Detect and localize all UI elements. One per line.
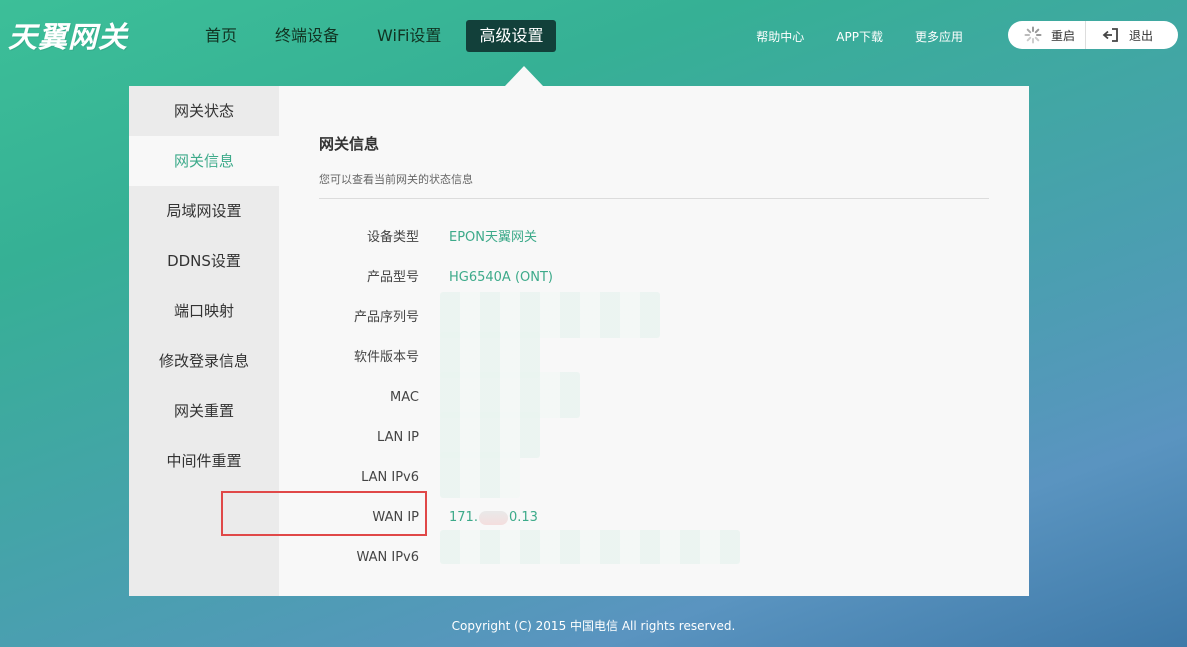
row-label: LAN IP bbox=[377, 430, 419, 445]
nav-home[interactable]: 首页 bbox=[192, 20, 250, 52]
info-row: 产品序列号 bbox=[319, 292, 989, 338]
header-links: 帮助中心 APP下载 更多应用 bbox=[724, 28, 963, 45]
sidebar-item-lan-settings[interactable]: 局域网设置 bbox=[129, 186, 279, 236]
wan-ip-suffix: 0.13 bbox=[508, 510, 538, 525]
info-row: 设备类型 EPON天翼网关 bbox=[319, 226, 989, 250]
link-app-download[interactable]: APP下载 bbox=[836, 28, 883, 45]
logout-button[interactable]: 退出 bbox=[1085, 21, 1163, 49]
redacted-value bbox=[440, 452, 520, 498]
info-row: LAN IPv6 bbox=[319, 452, 989, 498]
wan-ip-value: 171. 0.13 bbox=[449, 506, 538, 530]
row-label: 软件版本号 bbox=[353, 350, 419, 365]
highlight-box bbox=[221, 491, 427, 536]
logout-label: 退出 bbox=[1129, 28, 1154, 43]
brand-logo: 天翼网关 bbox=[8, 20, 129, 54]
nav-devices[interactable]: 终端设备 bbox=[262, 20, 352, 52]
info-row: LAN IP bbox=[319, 412, 989, 458]
wan-ip-prefix: 171. bbox=[449, 510, 478, 525]
sidebar-item-port-mapping[interactable]: 端口映射 bbox=[129, 286, 279, 336]
link-help-center[interactable]: 帮助中心 bbox=[756, 28, 804, 45]
restart-button[interactable]: 重启 bbox=[1008, 21, 1085, 49]
divider bbox=[319, 198, 989, 199]
row-label: 产品序列号 bbox=[353, 310, 419, 325]
sidebar-item-gateway-status[interactable]: 网关状态 bbox=[129, 86, 279, 136]
sidebar-item-ddns[interactable]: DDNS设置 bbox=[129, 236, 279, 286]
restart-label: 重启 bbox=[1051, 28, 1076, 43]
info-row: 软件版本号 bbox=[319, 332, 989, 378]
info-row: WAN IPv6 bbox=[319, 530, 989, 570]
row-value: EPON天翼网关 bbox=[449, 230, 538, 245]
sidebar-item-login-info[interactable]: 修改登录信息 bbox=[129, 336, 279, 386]
main-nav: 首页 终端设备 WiFi设置 高级设置 bbox=[192, 20, 568, 52]
spinner-icon bbox=[1024, 26, 1042, 44]
sidebar-item-middleware-reset[interactable]: 中间件重置 bbox=[129, 436, 279, 486]
sidebar-item-gateway-reset[interactable]: 网关重置 bbox=[129, 386, 279, 436]
info-row: MAC bbox=[319, 372, 989, 418]
link-more-apps[interactable]: 更多应用 bbox=[915, 28, 963, 45]
row-label: MAC bbox=[390, 390, 419, 405]
row-value: HG6540A (ONT) bbox=[449, 270, 553, 285]
info-row: 产品型号 HG6540A (ONT) bbox=[319, 266, 989, 290]
header-actions: 重启 退出 bbox=[1008, 21, 1178, 49]
page-title: 网关信息 bbox=[319, 135, 380, 153]
page-subtitle: 您可以查看当前网关的状态信息 bbox=[319, 173, 473, 186]
nav-wifi[interactable]: WiFi设置 bbox=[364, 20, 454, 52]
row-label: 产品型号 bbox=[366, 270, 419, 285]
row-label: 设备类型 bbox=[366, 230, 419, 245]
nav-advanced[interactable]: 高级设置 bbox=[466, 20, 557, 52]
redacted-ip-segment bbox=[478, 510, 508, 525]
active-nav-caret bbox=[505, 66, 543, 86]
redacted-value bbox=[440, 530, 740, 564]
logout-icon bbox=[1102, 28, 1118, 42]
row-label: WAN IPv6 bbox=[356, 550, 419, 565]
sidebar-item-gateway-info[interactable]: 网关信息 bbox=[129, 136, 279, 186]
row-label: LAN IPv6 bbox=[361, 470, 419, 485]
footer-copyright: Copyright (C) 2015 中国电信 All rights reser… bbox=[451, 619, 736, 633]
